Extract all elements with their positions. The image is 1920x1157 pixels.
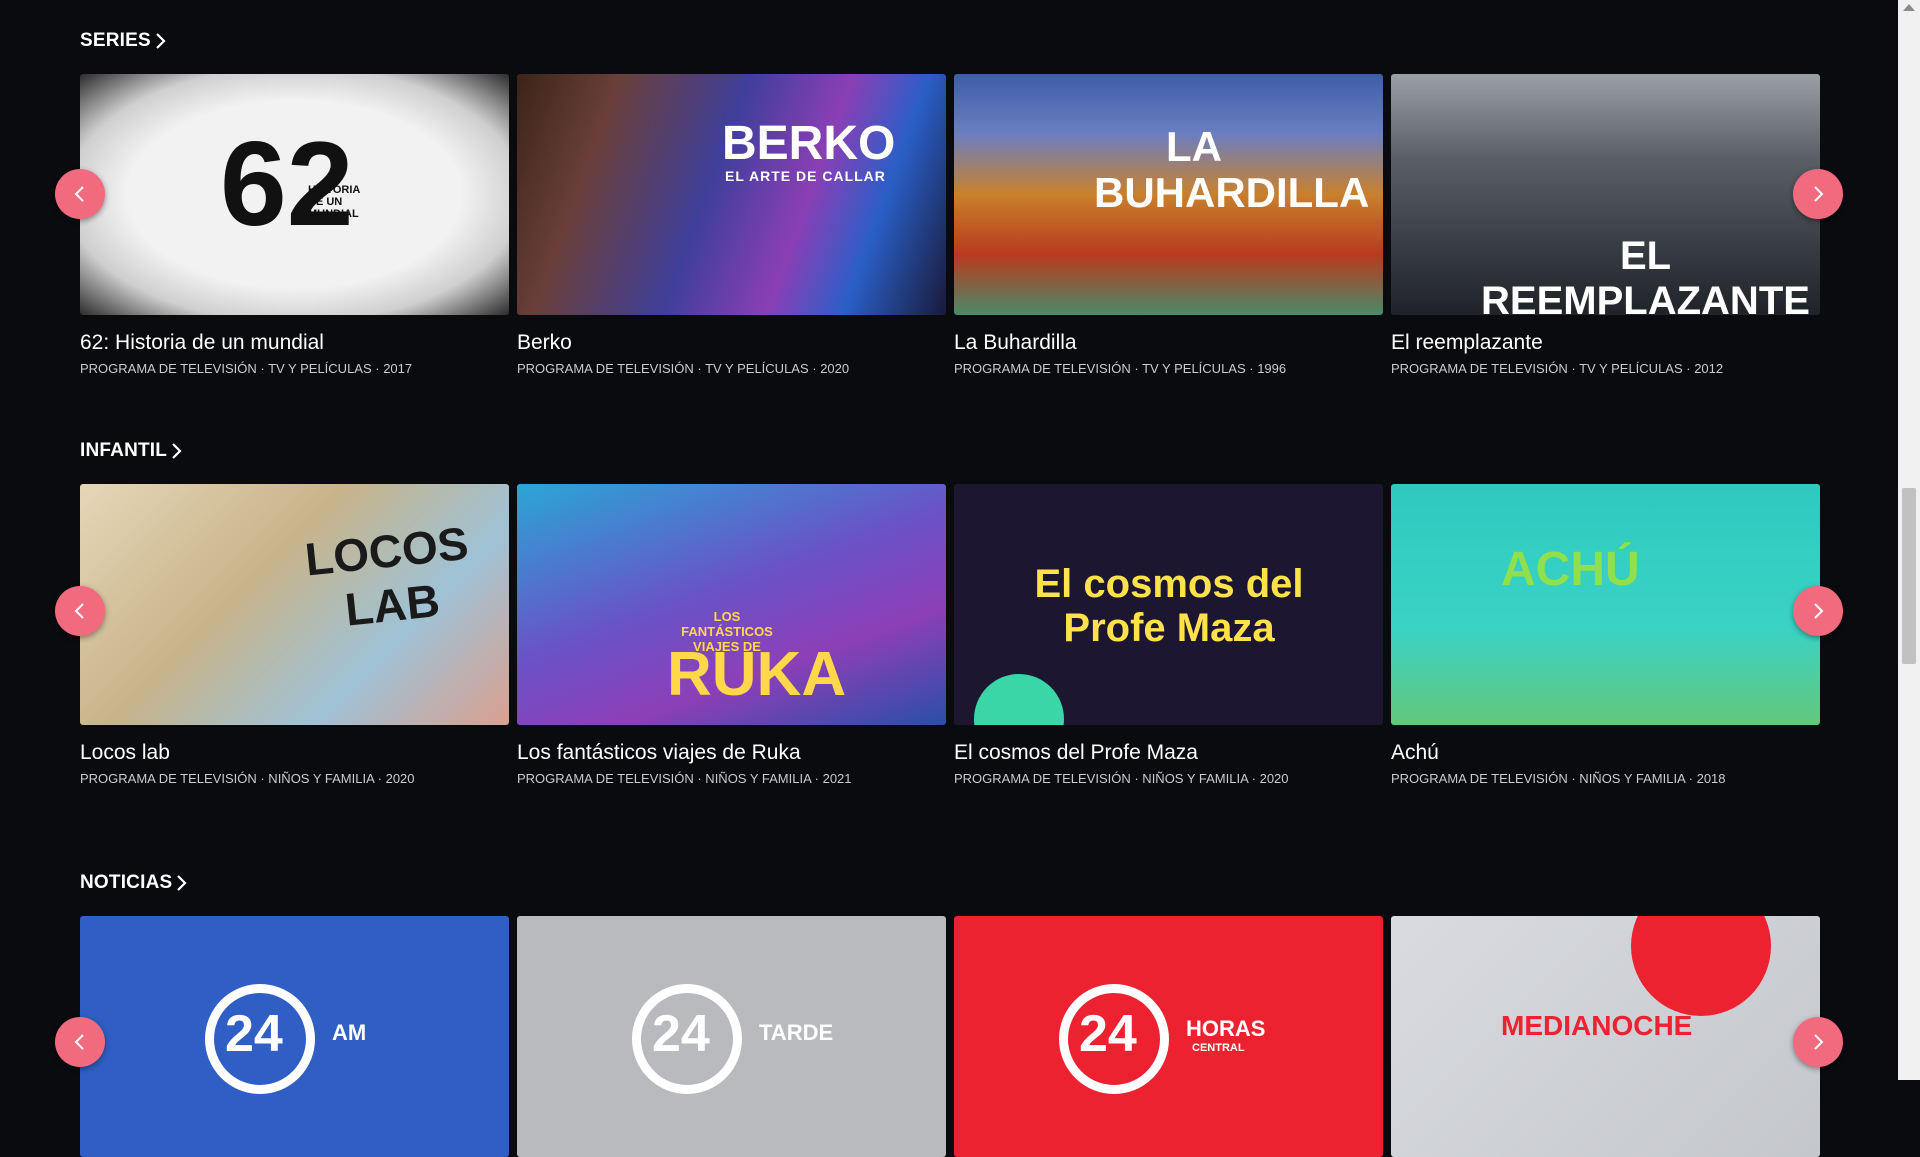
thumbnail: 24 TARDE [517, 916, 946, 1157]
card-title: Achú [1391, 741, 1439, 764]
card-meta: PROGRAMA DE TELEVISIÓN · NIÑOS Y FAMILIA… [80, 771, 415, 786]
thumbnail: BERKO EL ARTE DE CALLAR [517, 74, 946, 315]
card-meta: PROGRAMA DE TELEVISIÓN · TV Y PELÍCULAS … [954, 361, 1287, 376]
card-title: La Buhardilla [954, 331, 1077, 354]
card-ruka[interactable]: LOS FANTÁSTICOS VIAJES DE RUKA Los fantá… [517, 484, 946, 786]
section-infantil: INFANTIL LOCOS LAB Locos lab PROGRAMA DE… [80, 440, 1820, 800]
chevron-right-icon [1814, 1034, 1824, 1050]
noticias-next-button[interactable] [1793, 1017, 1843, 1067]
card-title: Locos lab [80, 741, 170, 764]
section-title-infantil[interactable]: INFANTIL [80, 440, 183, 462]
section-series: SERIES 62 HISTORIA DE UN MUNDIAL 62: His… [80, 30, 1820, 390]
card-medianoche[interactable]: MEDIANOCHE [1391, 916, 1820, 1157]
section-title-series[interactable]: SERIES [80, 30, 167, 52]
red-circle-decoration [1631, 916, 1771, 1016]
infantil-prev-button[interactable] [55, 586, 105, 636]
card-cosmos-profe-maza[interactable]: El cosmos del Profe Maza El cosmos del P… [954, 484, 1383, 786]
card-la-buhardilla[interactable]: LA BUHARDILLA La Buhardilla PROGRAMA DE … [954, 74, 1383, 376]
thumbnail: MEDIANOCHE [1391, 916, 1820, 1157]
thumbnail: LOCOS LAB [80, 484, 509, 725]
card-el-reemplazante[interactable]: EL REEMPLAZANTE El reemplazante PROGRAMA… [1391, 74, 1820, 376]
chevron-left-icon [74, 186, 84, 202]
scrollbar-thumb[interactable] [1902, 488, 1916, 664]
card-berko[interactable]: BERKO EL ARTE DE CALLAR Berko PROGRAMA D… [517, 74, 946, 376]
thumbnail: 24 AM [80, 916, 509, 1157]
scroll-up-icon[interactable] [1903, 4, 1915, 11]
thumbnail: ACHÚ [1391, 484, 1820, 725]
chevron-right-icon [1814, 186, 1824, 202]
carousel-series: 62 HISTORIA DE UN MUNDIAL 62: Historia d… [80, 74, 1820, 376]
carousel-noticias: 24 AM 24 TARDE 24 HORAS CENTRAL MEDIANOC… [80, 916, 1820, 1157]
thumbnail: EL REEMPLAZANTE [1391, 74, 1820, 315]
chevron-right-icon [156, 33, 166, 49]
section-title-noticias[interactable]: NOTICIAS [80, 872, 188, 894]
card-meta: PROGRAMA DE TELEVISIÓN · TV Y PELÍCULAS … [1391, 361, 1724, 376]
page-scrollbar[interactable] [1898, 0, 1920, 1080]
catalog-page: SERIES 62 HISTORIA DE UN MUNDIAL 62: His… [0, 0, 1898, 1157]
card-title: El cosmos del Profe Maza [954, 741, 1198, 764]
thumbnail: 24 HORAS CENTRAL [954, 916, 1383, 1157]
card-24-tarde[interactable]: 24 TARDE [517, 916, 946, 1157]
card-meta: PROGRAMA DE TELEVISIÓN · TV Y PELÍCULAS … [517, 361, 850, 376]
planet-decoration [974, 674, 1064, 725]
card-62-historia[interactable]: 62 HISTORIA DE UN MUNDIAL 62: Historia d… [80, 74, 509, 376]
card-meta: PROGRAMA DE TELEVISIÓN · NIÑOS Y FAMILIA… [954, 771, 1289, 786]
chevron-left-icon [74, 1034, 84, 1050]
card-meta: PROGRAMA DE TELEVISIÓN · NIÑOS Y FAMILIA… [517, 771, 852, 786]
card-meta: PROGRAMA DE TELEVISIÓN · NIÑOS Y FAMILIA… [1391, 771, 1726, 786]
thumbnail: El cosmos del Profe Maza [954, 484, 1383, 725]
card-meta: PROGRAMA DE TELEVISIÓN · TV Y PELÍCULAS … [80, 361, 413, 376]
infantil-next-button[interactable] [1793, 586, 1843, 636]
card-achu[interactable]: ACHÚ Achú PROGRAMA DE TELEVISIÓN · NIÑOS… [1391, 484, 1820, 786]
chevron-right-icon [1814, 603, 1824, 619]
card-24-horas[interactable]: 24 HORAS CENTRAL [954, 916, 1383, 1157]
chevron-right-icon [172, 443, 182, 459]
card-24-am[interactable]: 24 AM [80, 916, 509, 1157]
carousel-infantil: LOCOS LAB Locos lab PROGRAMA DE TELEVISI… [80, 484, 1820, 786]
chevron-left-icon [74, 603, 84, 619]
thumbnail: LOS FANTÁSTICOS VIAJES DE RUKA [517, 484, 946, 725]
chevron-right-icon [177, 875, 187, 891]
card-locos-lab[interactable]: LOCOS LAB Locos lab PROGRAMA DE TELEVISI… [80, 484, 509, 786]
card-title: El reemplazante [1391, 331, 1543, 354]
section-noticias: NOTICIAS 24 AM 24 TARDE 24 HORAS CENTRAL… [80, 872, 1820, 1157]
noticias-prev-button[interactable] [55, 1017, 105, 1067]
thumbnail: 62 HISTORIA DE UN MUNDIAL [80, 74, 509, 315]
series-next-button[interactable] [1793, 169, 1843, 219]
thumbnail: LA BUHARDILLA [954, 74, 1383, 315]
card-title: Los fantásticos viajes de Ruka [517, 741, 801, 764]
series-prev-button[interactable] [55, 169, 105, 219]
card-title: Berko [517, 331, 572, 354]
card-title: 62: Historia de un mundial [80, 331, 324, 354]
